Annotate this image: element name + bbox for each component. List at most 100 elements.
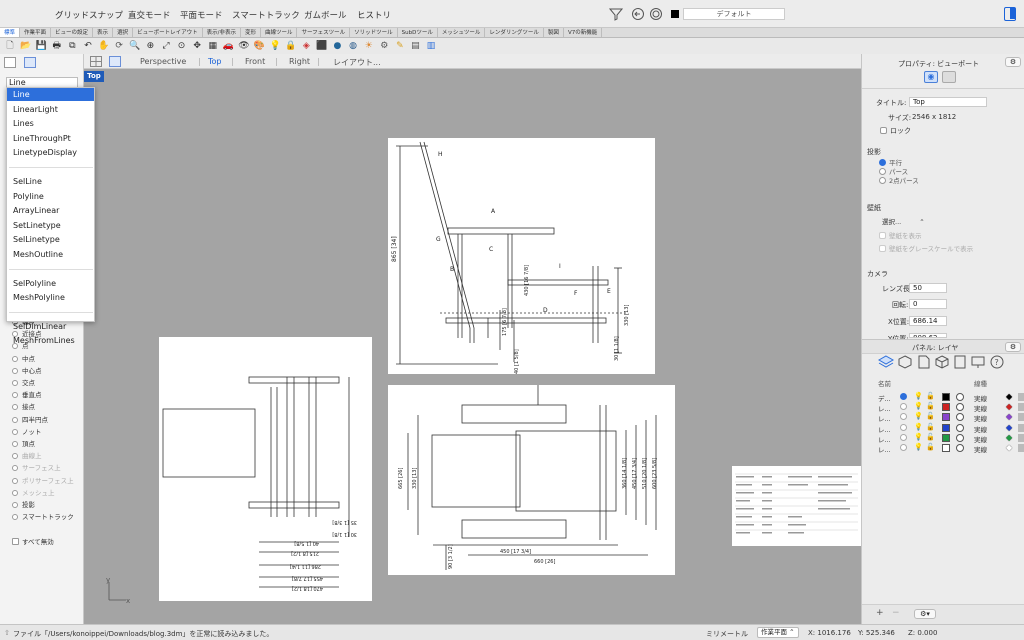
tab-top[interactable]: Top [208, 57, 222, 66]
osnap-checkbox[interactable] [12, 392, 18, 399]
zoom-icon[interactable]: 🔍 [129, 40, 141, 52]
autocomplete-item[interactable]: SetLinetype [7, 219, 94, 232]
layers-gear-icon[interactable]: ⚙ [1005, 342, 1021, 352]
current-layer-field[interactable]: デフォルト [683, 8, 785, 20]
osnap-checkbox[interactable] [12, 453, 18, 460]
osnap-checkbox[interactable] [12, 502, 18, 508]
lens-field[interactable]: 50 [909, 283, 947, 293]
osnap-item[interactable]: 垂直点 [12, 390, 42, 401]
tab-7[interactable]: 変形 [241, 28, 261, 37]
wallpaper-select[interactable]: 選択... ⌃ [882, 216, 925, 226]
tab-11[interactable]: SubDツール [398, 28, 438, 37]
layer-color-swatch[interactable] [942, 393, 950, 401]
material-circle-icon[interactable] [956, 403, 964, 412]
autocomplete-item[interactable]: SelPolyline [7, 277, 94, 290]
lock-checkbox[interactable]: ロック [880, 126, 911, 136]
autocomplete-item[interactable]: MeshFromLines [7, 334, 94, 347]
projection-two-point[interactable]: 2点パース [879, 175, 919, 185]
tab-15[interactable]: V7の新機能 [564, 28, 603, 37]
tab-right[interactable]: Right [289, 57, 310, 66]
layer-color-swatch[interactable] [942, 413, 950, 422]
material-icon[interactable]: ◈ [300, 40, 312, 52]
lock-icon[interactable]: 🔓 [926, 423, 935, 431]
display-icon[interactable] [971, 355, 985, 369]
light-bulb-icon[interactable]: 💡 [269, 40, 281, 52]
light-bulb-icon[interactable]: 💡 [914, 433, 923, 441]
autocomplete-item[interactable]: Lines [7, 117, 94, 130]
current-layer-radio[interactable] [900, 444, 907, 451]
chart-icon[interactable]: ▥ [425, 40, 437, 52]
current-layer-radio[interactable] [900, 423, 907, 431]
tab-layouts[interactable]: レイアウト... [333, 57, 381, 68]
osnap-checkbox[interactable] [12, 514, 18, 521]
tab-3[interactable]: 表示 [93, 28, 114, 37]
light-bulb-icon[interactable]: 💡 [914, 402, 923, 410]
pen-icon[interactable]: ✎ [394, 40, 406, 52]
osnap-item[interactable]: 中心点 [12, 366, 42, 377]
top-viewport[interactable]: 865 [34] 430 [16 7/8] 175 [6 7/8] 330 [1… [84, 69, 861, 624]
autocomplete-item[interactable]: SelLinetype [7, 233, 94, 246]
material-circle-icon[interactable] [956, 444, 964, 452]
material-circle-icon[interactable] [956, 413, 964, 422]
layer-row[interactable]: レ... 💡 🔓 実線 ◆ [862, 433, 1024, 444]
osnap-item[interactable]: 交点 [12, 378, 35, 389]
light-bulb-icon[interactable]: 💡 [914, 423, 923, 431]
rotation-field[interactable]: 0 [909, 299, 947, 309]
panel-toggle-icon[interactable] [1004, 7, 1016, 21]
new-file-icon[interactable]: 🗋 [4, 40, 16, 52]
light-bulb-icon[interactable]: 💡 [914, 412, 923, 420]
tab-9[interactable]: サーフェスツール [297, 28, 351, 37]
drawing-sheet-side-view[interactable]: 865 [34] 430 [16 7/8] 175 [6 7/8] 330 [1… [388, 138, 655, 374]
objects-icon[interactable] [898, 355, 912, 369]
osnap-checkbox[interactable] [12, 441, 18, 447]
copy-icon[interactable]: ⧉ [66, 40, 78, 52]
osnap-item[interactable]: 四半円点 [12, 415, 48, 426]
osnap-checkbox[interactable] [12, 367, 18, 374]
print-width-icon[interactable] [1018, 433, 1024, 442]
light-bulb-icon[interactable]: 💡 [914, 443, 923, 451]
cube-icon[interactable]: ⬛ [316, 40, 328, 52]
drawing-sheet-parts-list[interactable] [732, 466, 861, 546]
move-icon[interactable]: ✥ [191, 40, 203, 52]
settings-icon[interactable]: ⚙ [378, 40, 390, 52]
drawing-sheet-front-view[interactable]: 470 [18 1/2] 455 [17 7/8] 286 [11 1/4] 2… [159, 337, 372, 601]
filter-icon[interactable] [609, 7, 623, 21]
osnap-item[interactable]: ノット [12, 427, 41, 438]
lock-icon[interactable]: 🔓 [926, 392, 935, 400]
print-width-icon[interactable] [1018, 403, 1024, 412]
print-color-diamond-icon[interactable]: ◆ [1006, 412, 1012, 421]
osnap-checkbox[interactable] [12, 404, 18, 411]
lock-icon[interactable]: 🔒 [285, 40, 297, 52]
current-layer-radio[interactable] [900, 433, 907, 441]
print-width-icon[interactable] [1018, 423, 1024, 432]
xpos-field[interactable]: 686.14 [909, 316, 947, 326]
status-units[interactable]: ミリメートル [706, 629, 748, 639]
print-width-icon[interactable] [1018, 413, 1024, 422]
autocomplete-item[interactable]: MeshPolyline [7, 291, 94, 304]
osnap-checkbox[interactable] [12, 465, 18, 472]
tab-14[interactable]: 製図 [544, 28, 564, 37]
current-layer-radio[interactable] [900, 403, 907, 411]
tab-1[interactable]: 作業平面 [20, 28, 52, 37]
tab-0[interactable]: 標準 [0, 28, 21, 37]
layers-icon[interactable] [878, 355, 894, 369]
zoom-selected-icon[interactable]: ⊙ [176, 40, 188, 52]
help-icon[interactable]: ? [990, 355, 1004, 369]
drawing-sheet-plan-view[interactable]: 450 [17 3/4] 660 [26] 90 [3 1/2] 330 [13… [388, 385, 675, 575]
viewport-grid-icon[interactable] [90, 56, 102, 67]
gumball-toggle[interactable]: ガムボール [304, 9, 347, 21]
history-toggle[interactable]: ヒストリ [357, 9, 391, 21]
osnap-disable-all[interactable]: すべて無効 [12, 536, 54, 546]
single-view-icon[interactable] [24, 57, 36, 68]
title-field[interactable]: Top [909, 97, 987, 107]
lock-icon[interactable]: 🔓 [926, 402, 935, 410]
print-color-diamond-icon[interactable]: ◆ [1006, 423, 1012, 432]
lock-icon[interactable]: 🔓 [926, 412, 935, 420]
document-icon[interactable] [918, 355, 930, 369]
tab-perspective[interactable]: Perspective [140, 57, 186, 66]
layer-row[interactable]: デ... 💡 🔓 実線 ◆ [862, 392, 1024, 403]
current-layer-radio[interactable] [900, 393, 907, 400]
layer-row[interactable]: レ... 💡 🔓 実線 ◆ [862, 402, 1024, 413]
properties-gear-icon[interactable]: ⚙ [1005, 57, 1021, 67]
osnap-checkbox[interactable] [12, 477, 18, 484]
